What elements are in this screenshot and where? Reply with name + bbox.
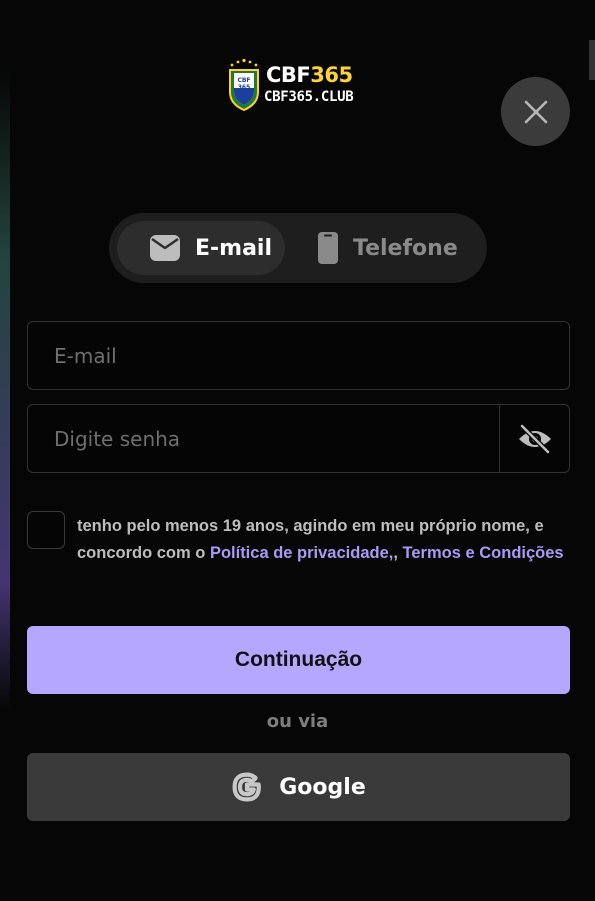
- terms-conditions-link[interactable]: Termos e Condições: [403, 544, 564, 562]
- terms-separator: ,: [393, 544, 403, 562]
- brand-domain: CBF365.CLUB: [264, 89, 354, 105]
- continue-button-label: Continuação: [234, 648, 363, 671]
- tab-phone-label: Telefone: [353, 235, 458, 261]
- toggle-password-visibility-button[interactable]: [499, 405, 569, 472]
- brand-logo: CBF 365 CBF365 CBF365.CLUB: [226, 58, 366, 112]
- password-input[interactable]: [28, 405, 500, 472]
- password-field-wrapper: [27, 404, 570, 473]
- svg-text:CBF: CBF: [237, 77, 250, 84]
- left-edge-glow: [0, 70, 10, 710]
- email-field-wrapper: [27, 321, 570, 390]
- close-icon: [524, 100, 547, 123]
- google-login-button[interactable]: Google: [27, 753, 570, 821]
- right-edge-glow: [589, 40, 595, 80]
- terms-text: tenho pelo menos 19 anos, agindo em meu …: [77, 513, 572, 567]
- shield-badge-icon: CBF 365: [229, 58, 259, 112]
- phone-icon: [318, 232, 338, 264]
- terms-checkbox[interactable]: [27, 511, 65, 549]
- google-icon: [232, 772, 262, 802]
- tab-email-label: E-mail: [195, 235, 273, 261]
- continue-button[interactable]: Continuação: [27, 626, 570, 694]
- svg-text:365: 365: [238, 84, 251, 91]
- email-input[interactable]: [28, 322, 569, 389]
- close-button[interactable]: [501, 77, 570, 146]
- or-via-divider: ou via: [266, 711, 329, 732]
- tab-phone[interactable]: Telefone: [305, 221, 479, 275]
- privacy-policy-link[interactable]: Política de privacidade,: [210, 544, 393, 562]
- login-modal: CBF 365 CBF365 CBF365.CLUB E-mail Telefo…: [0, 0, 595, 901]
- envelope-icon: [150, 235, 180, 261]
- login-method-tabs: E-mail Telefone: [109, 213, 487, 283]
- google-button-label: Google: [279, 774, 366, 800]
- brand-name: CBF365: [266, 63, 353, 87]
- tab-email[interactable]: E-mail: [117, 221, 285, 275]
- eye-slash-icon: [518, 423, 551, 454]
